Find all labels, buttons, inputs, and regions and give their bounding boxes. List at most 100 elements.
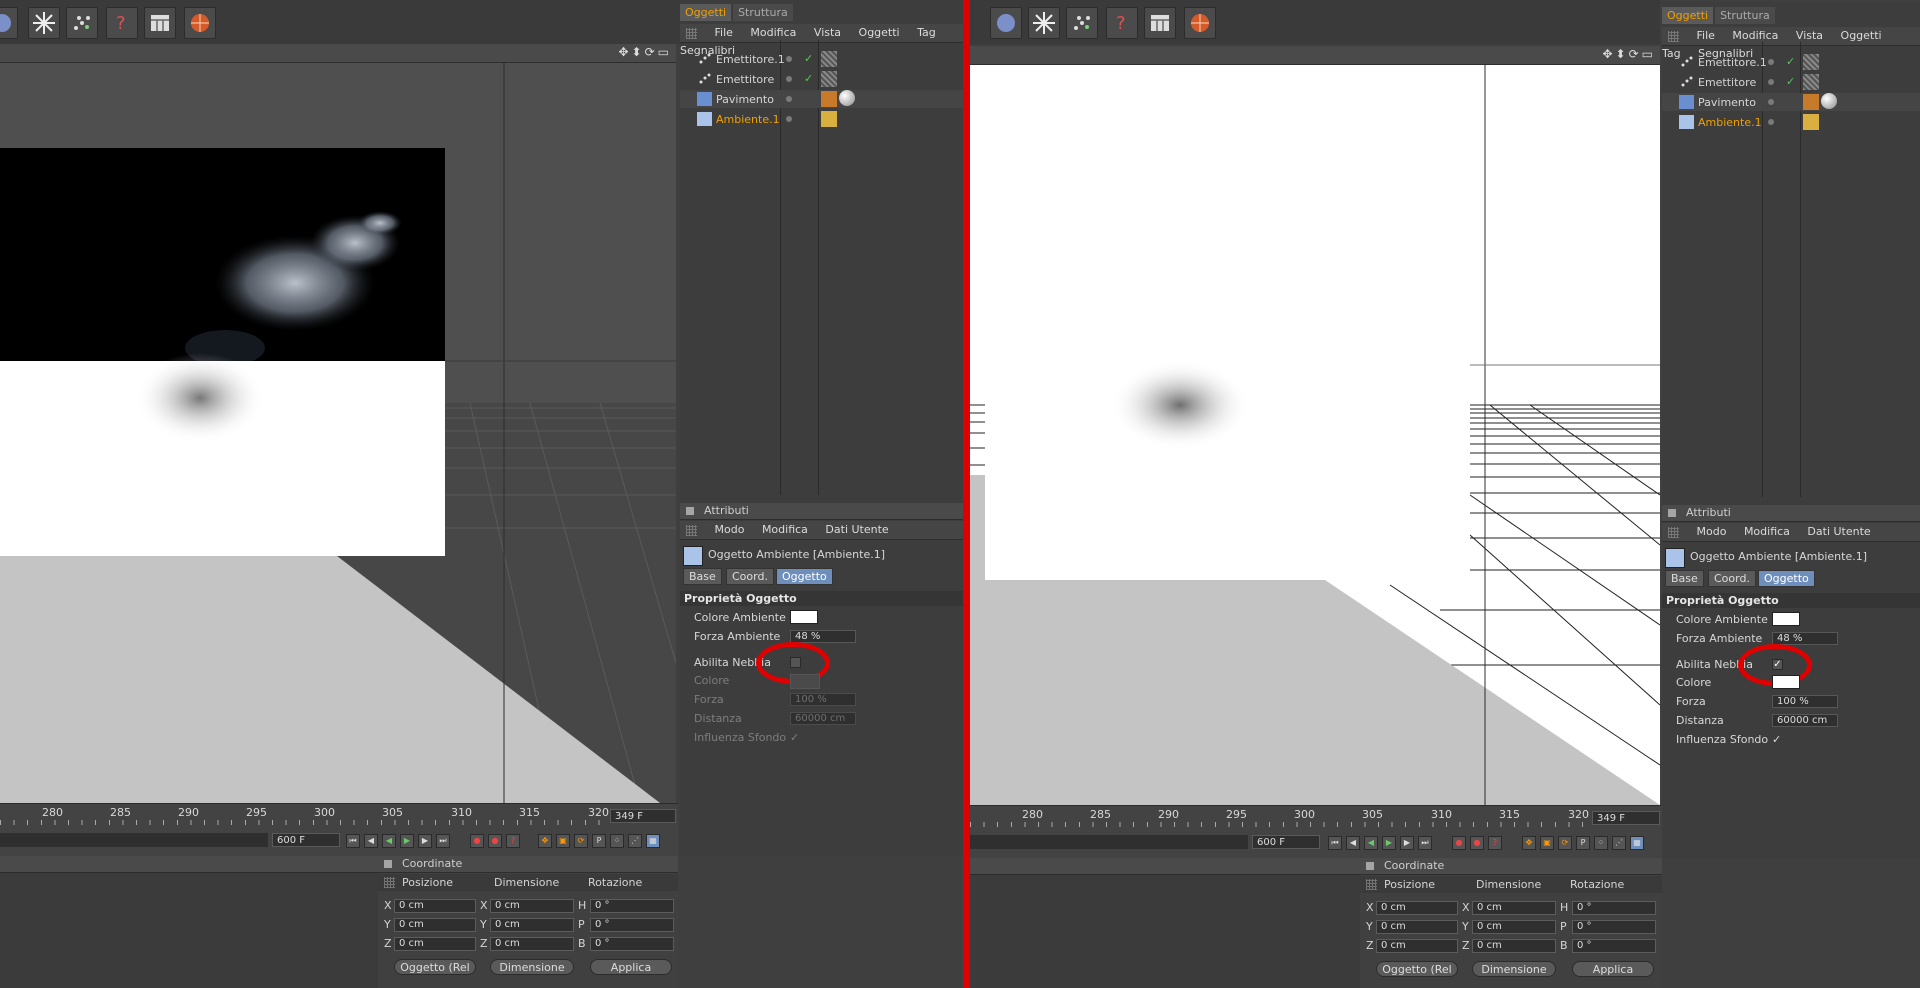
menu-edit[interactable]: Modifica	[1732, 27, 1778, 45]
rotation-b-field[interactable]: 0 °	[590, 937, 674, 951]
param-key-icon[interactable]: P	[592, 834, 606, 848]
play-back-icon[interactable]: ◀	[1364, 836, 1378, 850]
ambient-strength-field[interactable]: 48 %	[790, 630, 856, 643]
visibility-dot[interactable]	[1768, 79, 1774, 85]
position-z-field[interactable]: 0 cm	[394, 937, 476, 951]
autokey-icon[interactable]: ●	[1470, 836, 1484, 850]
range-slider[interactable]	[0, 833, 268, 847]
ambient-color-swatch[interactable]	[1772, 612, 1800, 626]
menu-edit[interactable]: Modifica	[750, 24, 796, 42]
help-icon[interactable]: ?	[1106, 7, 1138, 39]
move-key-icon[interactable]: ✥	[538, 834, 552, 848]
play-back-icon[interactable]: ◀	[382, 834, 396, 848]
timeline-ruler[interactable]	[970, 822, 1585, 827]
help-icon[interactable]: ?	[106, 7, 138, 39]
fog-distance-field[interactable]: 60000 cm	[790, 712, 856, 725]
pla-key-icon[interactable]: ⋰	[1612, 836, 1626, 850]
enabled-check-icon[interactable]: ✓	[1786, 55, 1795, 68]
menu-tag[interactable]: Tag	[917, 24, 936, 42]
scale-key-icon[interactable]: ▣	[556, 834, 570, 848]
tab-coord[interactable]: Coord.	[1708, 570, 1756, 587]
end-frame-field[interactable]: 600 F	[1252, 835, 1320, 849]
current-frame-field[interactable]: 349 F	[1592, 811, 1660, 825]
timeline-ruler[interactable]	[0, 820, 605, 825]
go-start-icon[interactable]: ⏮	[1328, 836, 1342, 850]
play-icon[interactable]: ▶	[1382, 836, 1396, 850]
render-settings-icon[interactable]	[1144, 7, 1176, 39]
fog-strength-field[interactable]: 100 %	[1772, 695, 1838, 708]
visibility-dot[interactable]	[786, 116, 792, 122]
enabled-check-icon[interactable]: ✓	[804, 52, 813, 65]
timeline[interactable]: 280 285 290 295 300 305 310 315 320 349 …	[0, 803, 678, 857]
go-start-icon[interactable]: ⏮	[346, 834, 360, 848]
pla-key-icon[interactable]: ⋰	[628, 834, 642, 848]
point-key-icon[interactable]: ⁘	[1594, 836, 1608, 850]
viewport-nav-icons[interactable]: ✥⬍⟳▭	[618, 45, 672, 59]
emitter-icon[interactable]	[1028, 7, 1060, 39]
go-end-icon[interactable]: ⏭	[1418, 836, 1432, 850]
tab-objects[interactable]: Oggetti	[680, 4, 732, 21]
visibility-dot[interactable]	[1768, 99, 1774, 105]
material-sphere-icon[interactable]	[1821, 93, 1837, 109]
point-key-icon[interactable]: ⁘	[610, 834, 624, 848]
enabled-check-icon[interactable]: ✓	[1786, 75, 1795, 88]
size-y-field[interactable]: 0 cm	[490, 918, 574, 932]
menu-mode[interactable]: Modo	[1697, 523, 1727, 541]
ambient-strength-field[interactable]: 48 %	[1772, 632, 1838, 645]
compositing-tag-icon[interactable]	[821, 111, 837, 127]
texture-tag-icon[interactable]	[1803, 94, 1819, 110]
size-x-field[interactable]: 0 cm	[490, 899, 574, 913]
rotate-key-icon[interactable]: ⟳	[574, 834, 588, 848]
position-x-field[interactable]: 0 cm	[1376, 901, 1458, 915]
move-key-icon[interactable]: ✥	[1522, 836, 1536, 850]
record-icon[interactable]: ●	[1452, 836, 1466, 850]
size-z-field[interactable]: 0 cm	[1472, 939, 1556, 953]
range-slider[interactable]	[970, 835, 1248, 849]
timeline-icon[interactable]: ▦	[1630, 836, 1644, 850]
step-back-icon[interactable]: ◀	[1346, 836, 1360, 850]
apply-button[interactable]: Applica	[1572, 961, 1654, 977]
globe-icon[interactable]	[184, 7, 216, 39]
position-x-field[interactable]: 0 cm	[394, 899, 476, 913]
param-key-icon[interactable]: P	[1576, 836, 1590, 850]
apply-button[interactable]: Applica	[590, 959, 672, 975]
list-item[interactable]: Ambiente.1	[680, 110, 963, 128]
tag-icon[interactable]	[821, 71, 837, 87]
particles-icon[interactable]	[66, 7, 98, 39]
size-z-field[interactable]: 0 cm	[490, 937, 574, 951]
rotation-p-field[interactable]: 0 °	[1572, 920, 1656, 934]
emitter-icon[interactable]	[28, 7, 60, 39]
menu-mode[interactable]: Modo	[715, 521, 745, 539]
step-back-icon[interactable]: ◀	[364, 834, 378, 848]
tab-object[interactable]: Oggetto	[776, 568, 833, 585]
tab-object[interactable]: Oggetto	[1758, 570, 1815, 587]
viewport-nav-icons[interactable]: ✥⬍⟳▭	[1602, 47, 1656, 61]
fog-strength-field[interactable]: 100 %	[790, 693, 856, 706]
menu-file[interactable]: File	[715, 24, 733, 42]
tab-objects[interactable]: Oggetti	[1662, 7, 1714, 24]
fog-color-swatch[interactable]	[1772, 675, 1800, 689]
list-item[interactable]: Emettitore.1 ✓	[1662, 53, 1920, 71]
tag-icon[interactable]	[1803, 54, 1819, 70]
texture-tag-icon[interactable]	[821, 91, 837, 107]
particles-icon[interactable]	[1066, 7, 1098, 39]
rotation-h-field[interactable]: 0 °	[590, 899, 674, 913]
step-forward-icon[interactable]: ▶	[418, 834, 432, 848]
go-end-icon[interactable]: ⏭	[436, 834, 450, 848]
sphere-icon[interactable]	[0, 7, 18, 39]
tag-icon[interactable]	[1803, 74, 1819, 90]
sphere-icon[interactable]	[990, 7, 1022, 39]
current-frame-field[interactable]: 349 F	[610, 809, 676, 823]
tab-structure[interactable]: Struttura	[1715, 7, 1775, 24]
size-mode-dropdown[interactable]: Dimensione	[490, 959, 574, 975]
position-y-field[interactable]: 0 cm	[1376, 920, 1458, 934]
menu-objects[interactable]: Oggetti	[1841, 27, 1882, 45]
visibility-dot[interactable]	[1768, 59, 1774, 65]
fog-color-swatch[interactable]	[790, 674, 820, 689]
visibility-dot[interactable]	[1768, 119, 1774, 125]
render-settings-icon[interactable]	[144, 7, 176, 39]
tag-icon[interactable]	[821, 51, 837, 67]
timeline[interactable]: 280 285 290 295 300 305 310 315 320 349 …	[970, 805, 1662, 859]
size-x-field[interactable]: 0 cm	[1472, 901, 1556, 915]
material-sphere-icon[interactable]	[839, 90, 855, 106]
